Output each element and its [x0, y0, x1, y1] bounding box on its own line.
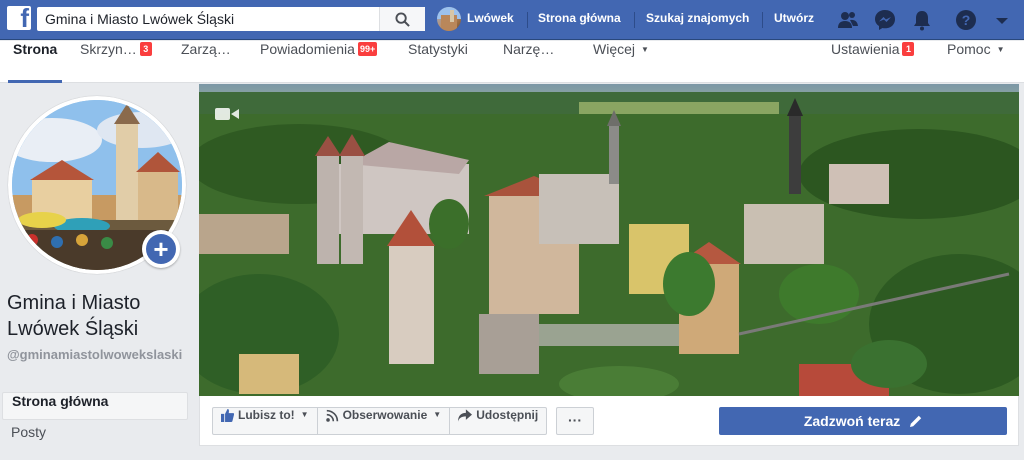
video-camera-icon[interactable]	[215, 106, 239, 122]
tab-label: Narzę…	[503, 41, 555, 57]
tab-label: Pomoc	[947, 41, 991, 57]
page-navigation: Strona Skrzyn… 3 Zarzą… Powiadomienia 99+ …	[0, 41, 1024, 83]
like-button[interactable]: Lubisz to! ▼	[213, 408, 318, 434]
share-arrow-icon	[458, 409, 473, 422]
tab-help[interactable]: Pomoc ▼	[947, 41, 1005, 83]
left-column: + Gmina i Miasto Lwówek Śląski @gminamia…	[0, 84, 198, 460]
svg-text:?: ?	[962, 12, 971, 28]
tab-tools[interactable]: Narzę…	[503, 41, 554, 83]
tab-label: Powiadomienia	[260, 41, 355, 57]
home-link[interactable]: Strona główna	[538, 11, 621, 25]
friends-icon[interactable]	[836, 8, 860, 32]
tab-page[interactable]: Strona	[8, 41, 63, 83]
tab-label: Zarzą…	[181, 41, 231, 57]
tab-notifications[interactable]: Powiadomienia 99+	[260, 41, 378, 83]
left-menu-home[interactable]: Strona główna	[2, 392, 188, 420]
notifications-badge: 99+	[357, 42, 378, 56]
caret-down-icon: ▼	[300, 410, 309, 419]
tab-insights[interactable]: Statystyki	[408, 41, 468, 83]
follow-button[interactable]: Obserwowanie ▼	[318, 408, 451, 434]
share-label: Udostępnij	[476, 408, 539, 422]
caret-down-icon: ▼	[641, 45, 649, 54]
tab-label: Więcej	[593, 41, 636, 57]
action-button-group: Lubisz to! ▼ Obserwowanie ▼ Udostępnij	[212, 407, 548, 435]
settings-badge: 1	[902, 42, 915, 56]
search-box	[37, 7, 425, 31]
search-icon	[395, 12, 410, 27]
profile-name: Lwówek	[467, 11, 514, 25]
call-now-label: Zadzwoń teraz	[803, 413, 901, 429]
messenger-icon[interactable]	[873, 8, 897, 32]
follow-label: Obserwowanie	[342, 408, 428, 422]
left-menu-posts[interactable]: Posty	[2, 424, 188, 452]
call-now-button[interactable]: Zadzwoń teraz	[719, 407, 1007, 435]
find-friends-link[interactable]: Szukaj znajomych	[646, 11, 749, 25]
bell-icon[interactable]	[910, 8, 934, 32]
tab-label: Ustawienia	[831, 41, 900, 57]
pencil-icon	[910, 415, 922, 427]
caret-down-icon: ▼	[996, 45, 1005, 54]
action-bar: Lubisz to! ▼ Obserwowanie ▼ Udostępnij ···…	[199, 396, 1019, 446]
page-title: Gmina i Miasto Lwówek Śląski	[7, 292, 141, 340]
caret-down-icon: ▼	[433, 410, 442, 419]
facebook-logo-icon[interactable]: f	[7, 6, 31, 30]
top-bar: f Lwówek Strona główna Szukaj znajomych …	[0, 0, 1024, 40]
create-link[interactable]: Utwórz	[774, 11, 814, 25]
page-username[interactable]: @gminamiastolwowekslaski	[7, 346, 192, 363]
tab-settings[interactable]: Ustawienia 1	[831, 41, 915, 83]
help-icon[interactable]: ?	[954, 8, 978, 32]
tab-manage[interactable]: Zarzą…	[181, 41, 231, 83]
divider	[527, 12, 528, 28]
thumbs-up-icon	[221, 409, 234, 423]
share-button[interactable]: Udostępnij	[450, 408, 546, 434]
more-options-button[interactable]: ···	[556, 407, 594, 435]
search-button[interactable]	[379, 7, 425, 31]
tab-label: Strona	[13, 41, 58, 57]
rss-icon	[325, 410, 338, 423]
inbox-badge: 3	[139, 42, 152, 56]
like-label: Lubisz to!	[238, 408, 295, 422]
tab-inbox[interactable]: Skrzyn… 3	[80, 41, 152, 83]
search-input[interactable]	[37, 7, 377, 31]
caret-down-icon[interactable]	[990, 8, 1014, 32]
cover-photo[interactable]	[199, 84, 1019, 396]
tab-label: Skrzyn…	[80, 41, 137, 57]
avatar	[437, 7, 461, 31]
plus-icon: +	[146, 234, 176, 264]
divider	[762, 12, 763, 28]
add-photo-button[interactable]: +	[142, 230, 180, 268]
tab-label: Statystyki	[408, 41, 468, 57]
tab-more[interactable]: Więcej ▼	[593, 41, 649, 83]
divider	[634, 12, 635, 28]
